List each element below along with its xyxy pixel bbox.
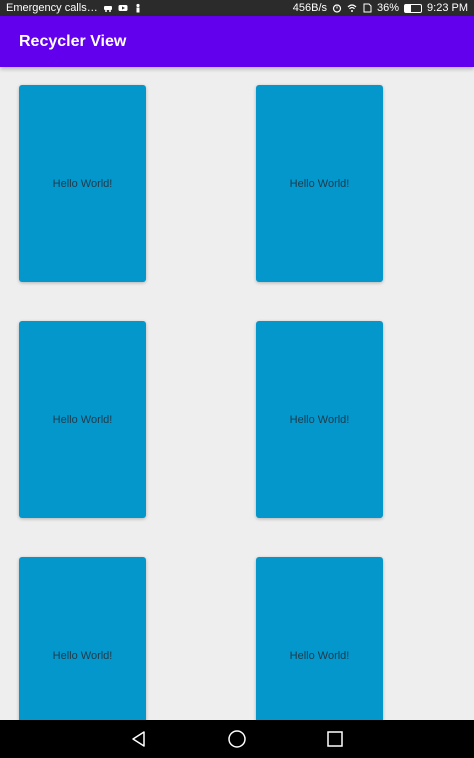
card-label: Hello World!	[289, 649, 350, 662]
carrier-text: Emergency calls…	[6, 2, 98, 14]
app-title: Recycler View	[19, 32, 127, 50]
card-label: Hello World!	[289, 177, 350, 190]
card-label: Hello World!	[52, 413, 113, 426]
card-label: Hello World!	[52, 649, 113, 662]
alarm-icon	[332, 4, 342, 13]
battery-percent: 36%	[377, 2, 400, 14]
battery-icon	[404, 3, 423, 13]
recents-icon	[327, 731, 343, 747]
card-item[interactable]: Hello World!	[19, 85, 146, 282]
sim-icon	[363, 3, 372, 13]
card-item[interactable]: Hello World!	[19, 321, 146, 518]
home-icon	[228, 730, 246, 748]
card-item[interactable]: Hello World!	[256, 321, 383, 518]
status-bar-left: Emergency calls…	[6, 2, 143, 14]
card-item[interactable]: Hello World!	[256, 85, 383, 282]
clock: 9:23 PM	[427, 2, 468, 14]
navigation-bar	[0, 720, 474, 758]
youtube-icon	[118, 5, 128, 11]
net-speed: 456B/s	[292, 2, 327, 14]
card-item[interactable]: Hello World!	[256, 557, 383, 720]
battery-level	[405, 4, 411, 12]
car-icon	[103, 6, 112, 12]
person-icon	[136, 3, 140, 13]
back-icon	[132, 731, 145, 747]
back-button[interactable]	[127, 727, 151, 751]
card-label: Hello World!	[289, 413, 350, 426]
status-bar-right: 456B/s 36% 9:23 PM	[293, 2, 468, 14]
wifi-icon	[347, 4, 357, 12]
status-bar: Emergency calls… 456B/s 36% 9:23 PM	[0, 0, 474, 16]
app-bar: Recycler View	[0, 16, 474, 67]
recents-button[interactable]	[323, 727, 347, 751]
card-label: Hello World!	[52, 177, 113, 190]
home-button[interactable]	[225, 727, 249, 751]
card-item[interactable]: Hello World!	[19, 557, 146, 720]
recycler-view[interactable]: Hello World! Hello World! Hello World! H…	[0, 67, 474, 720]
card-grid: Hello World! Hello World! Hello World! H…	[19, 85, 383, 720]
